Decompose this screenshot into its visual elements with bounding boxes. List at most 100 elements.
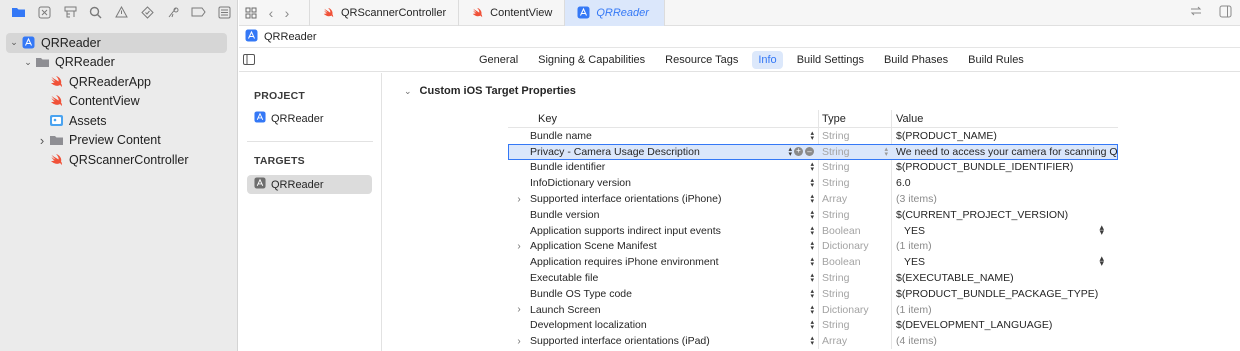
table-row[interactable]: Application supports indirect input even… [508,223,1118,239]
breakpoint-icon[interactable] [186,1,212,23]
row-type[interactable]: String [818,177,892,189]
row-key[interactable]: Privacy - Camera Usage Description [530,146,780,158]
folder-icon[interactable] [6,1,32,23]
key-popup-stepper-icon[interactable]: ▴ ▾ [810,177,814,189]
key-popup-stepper-icon[interactable]: ▴ ▾ [810,130,814,142]
key-popup-stepper-icon[interactable]: ▴ ▾ [810,193,814,205]
sidebar-toggle-icon[interactable] [243,54,255,68]
value-popup-chevron-icon[interactable]: ▴ ▾ [1099,225,1104,237]
row-type[interactable]: Dictionary [818,304,892,316]
chevron-right-icon[interactable]: › [36,133,48,148]
row-value[interactable]: (3 items) [892,193,1118,205]
key-popup-stepper-icon[interactable]: ▴ ▾ [810,304,814,316]
row-value[interactable]: YES ▴ ▾ [892,256,1118,268]
key-popup-stepper-icon[interactable]: ▴ ▾ [810,240,814,252]
chevron-right-icon[interactable]: › [508,194,530,205]
row-key[interactable]: Development localization [530,319,780,331]
key-popup-stepper-icon[interactable]: ▴ ▾ [810,335,814,347]
row-key[interactable]: Application supports indirect input even… [530,225,780,237]
row-value[interactable]: YES ▴ ▾ [892,225,1118,237]
table-row[interactable]: Bundle name ▴ ▾ String $(PRODUCT_NAME) [508,128,1118,144]
key-popup-stepper-icon[interactable]: ▴ ▾ [788,146,792,158]
table-row[interactable]: InfoDictionary version ▴ ▾ String 6.0 [508,175,1118,191]
row-value[interactable]: $(PRODUCT_BUNDLE_IDENTIFIER) [892,161,1118,173]
test-diamond-icon[interactable] [134,1,160,23]
row-key[interactable]: InfoDictionary version [530,177,780,189]
row-key[interactable]: Bundle version [530,209,780,221]
row-value[interactable]: $(DEVELOPMENT_LANGUAGE) [892,319,1118,331]
chevron-down-icon[interactable]: ⌄ [22,57,34,68]
value-popup-chevron-icon[interactable]: ▴ ▾ [1099,256,1104,268]
row-value[interactable]: $(CURRENT_PROJECT_VERSION) [892,209,1118,221]
row-value[interactable]: We need to access your camera for scanni… [892,146,1118,158]
table-row[interactable]: Development localization ▴ ▾ String $(DEVELO… [508,318,1118,334]
table-row[interactable]: Bundle version ▴ ▾ String $(CURRENT_PROJECT_… [508,207,1118,223]
chevron-down-icon[interactable]: ⌄ [8,37,20,48]
back-arrow-icon[interactable]: ‹ [263,5,279,21]
key-column-header[interactable]: Key [530,113,818,125]
table-row[interactable]: Executable file ▴ ▾ String $(EXECUTABLE_NAME… [508,270,1118,286]
key-popup-stepper-icon[interactable]: ▴ ▾ [810,225,814,237]
debug-icon[interactable] [160,1,186,23]
row-key[interactable]: Supported interface orientations (iPad) [530,335,780,347]
editor-tab[interactable]: QRScannerController [309,0,460,26]
jump-bar[interactable]: QRReader [239,26,1240,48]
grid-icon[interactable] [239,7,263,19]
symbol-hierarchy-icon[interactable] [57,1,83,23]
row-type[interactable]: String ▴ ▾ [818,146,892,158]
row-type[interactable]: String [818,319,892,331]
row-type[interactable]: String [818,130,892,142]
segment-general[interactable]: General [473,51,524,69]
row-type[interactable]: Array [818,193,892,205]
editor-tab[interactable]: QRReader [565,0,666,26]
add-row-icon[interactable]: + [794,147,803,157]
type-column-header[interactable]: Type [818,113,892,125]
key-popup-stepper-icon[interactable]: ▴ ▾ [810,161,814,173]
table-row[interactable]: › Supported interface orientations (iPhon… [508,191,1118,207]
row-key[interactable]: Application requires iPhone environment [530,256,780,268]
row-type[interactable]: Boolean [818,225,892,237]
row-value[interactable]: 6.0 [892,177,1118,189]
tree-item-folder[interactable]: › Preview Content [0,131,237,151]
segment-resource-tags[interactable]: Resource Tags [659,51,744,69]
key-popup-stepper-icon[interactable]: ▴ ▾ [810,272,814,284]
segment-signing-capabilities[interactable]: Signing & Capabilities [532,51,651,69]
value-column-header[interactable]: Value [892,113,1118,125]
segment-build-rules[interactable]: Build Rules [962,51,1030,69]
tree-item-swift[interactable]: QRScannerController [0,150,237,170]
row-key[interactable]: Application Scene Manifest [530,240,780,252]
row-key[interactable]: Launch Screen [530,304,780,316]
row-key[interactable]: Executable file [530,272,780,284]
chevron-right-icon[interactable]: › [508,336,530,347]
table-row[interactable]: Bundle identifier ▴ ▾ String $(PRODUCT_BUNDL… [508,160,1118,176]
segment-info[interactable]: Info [752,51,783,69]
tree-item-folder[interactable]: ⌄ QRReader [0,53,237,73]
row-type[interactable]: Boolean [818,256,892,268]
row-value[interactable]: (1 item) [892,240,1118,252]
segment-build-settings[interactable]: Build Settings [791,51,870,69]
key-popup-stepper-icon[interactable]: ▴ ▾ [810,288,814,300]
project-list-item[interactable]: QRReader [247,109,372,128]
row-value[interactable]: $(PRODUCT_NAME) [892,130,1118,142]
table-row[interactable]: Privacy - Camera Usage Description ▴ ▾ + – St… [508,143,1118,160]
target-list-item[interactable]: QRReader [247,175,372,194]
find-icon[interactable] [83,1,109,23]
table-row[interactable]: Bundle OS Type code ▴ ▾ String $(PRODUCT_BUN… [508,286,1118,302]
row-value[interactable]: (4 items) [892,335,1118,347]
row-key[interactable]: Bundle name [530,130,780,142]
row-value[interactable]: (1 item) [892,304,1118,316]
row-key[interactable]: Bundle identifier [530,161,780,173]
table-row[interactable]: › Application Scene Manifest ▴ ▾ Dictionary (… [508,239,1118,255]
tree-item-swift[interactable]: ContentView [0,92,237,112]
key-popup-stepper-icon[interactable]: ▴ ▾ [810,319,814,331]
editor-tab[interactable]: ContentView [459,0,566,26]
key-popup-stepper-icon[interactable]: ▴ ▾ [810,256,814,268]
report-icon[interactable] [211,1,237,23]
issue-warning-icon[interactable] [109,1,135,23]
tree-item-swift[interactable]: QRReaderApp [0,72,237,92]
row-value[interactable]: $(EXECUTABLE_NAME) [892,272,1118,284]
type-popup-stepper-icon[interactable]: ▴ ▾ [884,146,888,158]
refresh-icon[interactable] [1189,5,1203,21]
row-type[interactable]: String [818,161,892,173]
table-row[interactable]: › Supported interface orientations (iPad)… [508,333,1118,349]
